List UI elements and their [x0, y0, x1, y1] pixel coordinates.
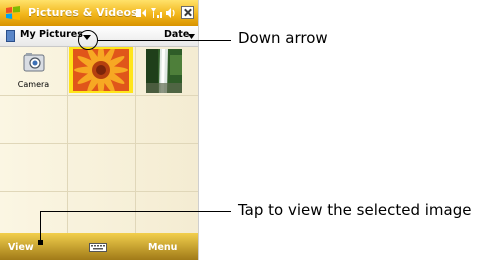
camera-item[interactable]: Camera	[0, 47, 67, 95]
softkey-bar: View Menu	[0, 233, 198, 260]
callout-marker	[38, 240, 43, 245]
volume-icon	[166, 8, 175, 18]
close-button[interactable]	[181, 6, 194, 19]
callout-line	[40, 211, 41, 243]
grid-divider	[0, 95, 198, 96]
callout-circle	[78, 30, 98, 50]
camera-icon	[23, 53, 45, 72]
grid-divider	[135, 47, 136, 233]
keyboard-icon[interactable]	[89, 243, 107, 252]
grid-divider	[0, 191, 198, 192]
sort-selector[interactable]: Date	[164, 29, 189, 40]
camera-label: Camera	[17, 80, 50, 89]
signal-icon	[151, 8, 162, 18]
menu-softkey[interactable]: Menu	[148, 242, 177, 253]
callout-line	[98, 40, 231, 41]
folder-selector[interactable]: My Pictures	[20, 29, 83, 40]
grid-divider	[0, 143, 198, 144]
thumbnail-grid: Camera	[0, 47, 198, 233]
flower-image	[73, 49, 129, 91]
flower-thumbnail[interactable]	[69, 47, 133, 93]
device-screen: Pictures & Videos My Pictures Date Camer…	[0, 0, 199, 260]
status-icons[interactable]	[135, 6, 179, 20]
callout-line	[40, 211, 231, 212]
sort-arrow-icon[interactable]	[188, 34, 195, 39]
app-title: Pictures & Videos	[28, 6, 138, 19]
windows-flag-icon[interactable]	[4, 4, 22, 22]
title-bar: Pictures & Videos	[0, 0, 198, 26]
folder-icon	[6, 30, 15, 42]
down-arrow-callout: Down arrow	[238, 29, 328, 47]
folder-toolbar: My Pictures Date	[0, 26, 198, 47]
view-image-callout: Tap to view the selected image	[238, 201, 472, 219]
connectivity-icon	[136, 9, 146, 17]
grid-divider	[67, 47, 68, 233]
waterfall-thumbnail[interactable]	[146, 49, 182, 93]
view-softkey[interactable]: View	[8, 242, 34, 253]
